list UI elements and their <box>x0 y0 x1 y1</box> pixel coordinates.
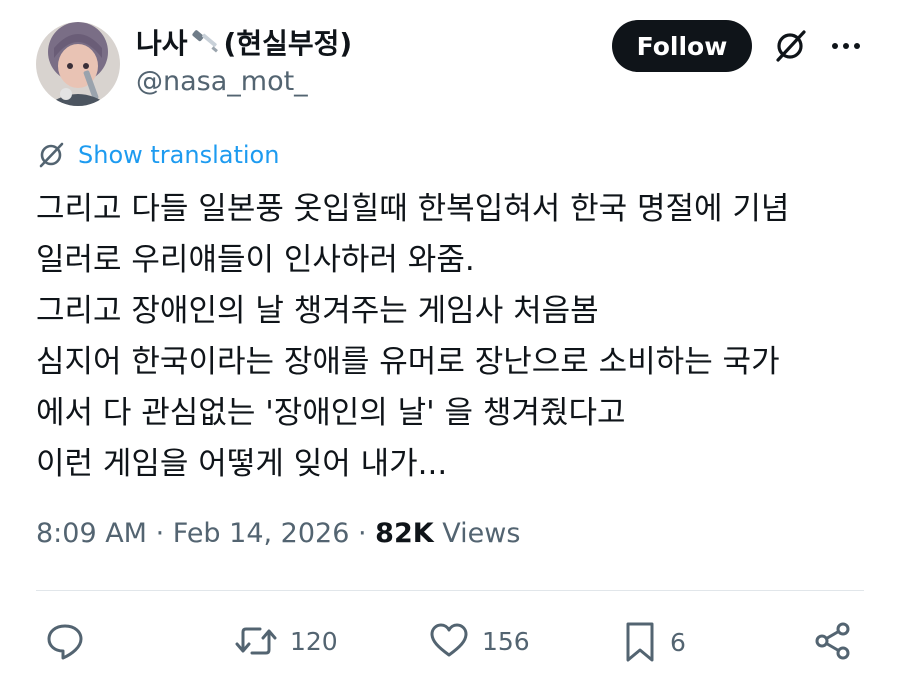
retweet-count: 120 <box>290 626 338 656</box>
more-dots-icon[interactable] <box>826 26 866 66</box>
retweet-button[interactable]: 120 <box>234 620 338 662</box>
tweet-date[interactable]: Feb 14, 2026 <box>173 518 350 549</box>
tweet-time[interactable]: 8:09 AM <box>36 518 147 549</box>
tweet-line: 심지어 한국이라는 장애를 유머로 장난으로 소비하는 국가 <box>36 344 780 380</box>
tweet-text: 그리고 다들 일본풍 옷입힐때 한복입혀서 한국 명절에 기념 일러로 우리얘들… <box>36 184 886 490</box>
heart-icon <box>430 623 468 657</box>
avatar-image <box>36 22 120 106</box>
grok-icon[interactable] <box>770 26 810 66</box>
views-label: Views <box>442 518 521 549</box>
translate-globe-icon <box>39 142 64 168</box>
meta-separator: · <box>357 518 367 549</box>
display-name[interactable]: 나사 (현실부정) <box>136 22 352 62</box>
follow-button[interactable]: Follow <box>612 20 752 72</box>
bookmark-button[interactable]: 6 <box>622 620 686 664</box>
show-translation-link[interactable]: Show translation <box>36 140 279 170</box>
tweet-line: 그리고 장애인의 날 챙겨주는 게임사 처음봄 <box>36 293 599 329</box>
share-button[interactable] <box>812 620 854 662</box>
screwdriver-icon <box>190 26 222 58</box>
meta-separator: · <box>155 518 165 549</box>
share-icon <box>815 622 850 660</box>
tweet-meta: 8:09 AM · Feb 14, 2026 · 82K Views <box>36 518 520 549</box>
like-button[interactable]: 156 <box>428 620 530 662</box>
tweet-line: 이런 게임을 어떻게 잊어 내가... <box>36 446 448 482</box>
avatar[interactable] <box>36 22 120 106</box>
reply-button[interactable] <box>44 620 86 662</box>
display-name-text: 나사 <box>136 27 188 60</box>
user-handle[interactable]: @nasa_mot_ <box>136 66 308 97</box>
tweet-line: 그리고 다들 일본풍 옷입힐때 한복입혀서 한국 명절에 기념 <box>36 191 790 227</box>
views-count[interactable]: 82K <box>375 518 434 549</box>
bookmark-count: 6 <box>670 627 686 657</box>
show-translation-label: Show translation <box>78 141 280 169</box>
retweet-icon <box>235 627 277 655</box>
like-count: 156 <box>482 626 530 656</box>
display-name-suffix: (현실부정) <box>223 27 353 60</box>
bookmark-icon <box>626 622 654 662</box>
reply-icon <box>47 624 83 660</box>
tweet-line: 일러로 우리얘들이 인사하러 와줌. <box>36 242 475 278</box>
divider <box>36 590 864 591</box>
tweet-line: 에서 다 관심없는 '장애인의 날' 을 챙겨줬다고 <box>36 395 626 431</box>
